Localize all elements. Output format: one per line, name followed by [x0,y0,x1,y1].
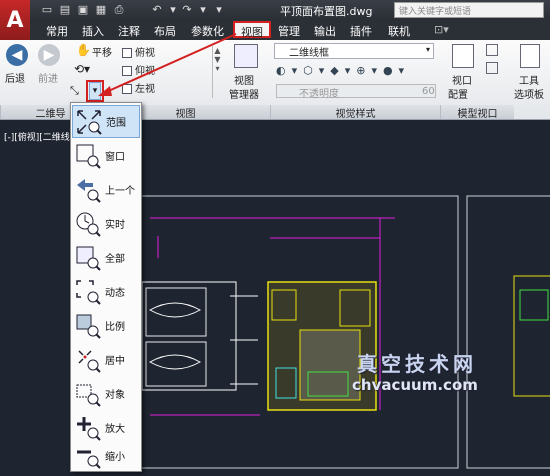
zoom-object-icon [75,381,101,407]
tab-manage[interactable]: 管理 [272,22,306,39]
zoom-menu-label: 上一个 [105,186,135,197]
zoom-out-icon [75,443,101,469]
zoom-menu-label: 居中 [105,356,125,367]
ribbon-tab-bar: 常用 插入 注释 布局 参数化 视图 管理 输出 插件 联机 ⊡▾ [30,20,550,40]
undo-dropdown-icon[interactable]: ▾ [166,3,180,17]
zoom-scale-icon [75,313,101,339]
zoom-menu-item-center[interactable]: 居中 [72,343,140,376]
bottom-view-icon [122,66,132,76]
zoom-center-icon [75,347,101,373]
title-bar: ▭ ▤ ▣ ▦ ⎙ ↶ ▾ ↷ ▾ ▾ 平顶面布置图.dwg 键入关键字或短语 [0,0,550,20]
watermark-url: chvacuum.com [352,376,478,394]
viewport-config-label-1[interactable]: 视口 [452,72,472,87]
new-file-icon[interactable]: ▭ [40,3,54,17]
tab-output[interactable]: 输出 [308,22,342,39]
back-button-label[interactable]: 后退 [5,70,25,85]
zoom-realtime-icon [75,211,101,237]
viewport-join-icon[interactable] [486,44,498,56]
watermark-title: 真空技术网 [357,352,477,376]
zoom-all-icon [75,245,101,271]
view-manager-label-1[interactable]: 视图 [234,72,254,87]
zoom-menu-item-scale[interactable]: 比例 [72,309,140,342]
save-as-icon[interactable]: ▦ [94,3,108,17]
visual-style-dropdown-icon[interactable]: ▾ [426,45,430,54]
redo-dropdown-icon[interactable]: ▾ [196,3,210,17]
zoom-menu-label: 放大 [105,424,125,435]
open-file-icon[interactable]: ▤ [58,3,72,17]
zoom-in-icon [75,415,101,441]
tab-annotate[interactable]: 注释 [112,22,146,39]
qa-customize-icon[interactable]: ▾ [212,3,226,17]
zoom-menu-item-object[interactable]: 对象 [72,377,140,410]
zoom-dropdown-menu: 范围 窗口 上一个 实时 全部 动态 比例 居中 对象 放大 缩小 [70,102,142,472]
zoom-menu-item-all[interactable]: 全部 [72,241,140,274]
view-left-item[interactable]: 左视 [122,80,155,95]
zoom-menu-item-window[interactable]: 窗口 [72,139,140,172]
tab-plugins[interactable]: 插件 [344,22,378,39]
viewport-restore-icon[interactable] [486,62,498,74]
zoom-menu-label: 全部 [105,254,125,265]
redo-icon[interactable]: ↷ [180,3,194,17]
tool-palettes-icon[interactable] [520,44,540,68]
viewport-controls-label[interactable]: [-][俯视][二维线 [4,130,70,143]
print-icon[interactable]: ⎙ [112,3,126,17]
view-top-item[interactable]: 俯视 [122,44,155,59]
pan-icon[interactable]: ✋ [76,43,91,57]
left-view-icon [122,84,132,94]
opacity-slider[interactable]: 不透明度 [276,84,436,100]
tools-label-2[interactable]: 选项板 [514,86,544,101]
view-manager-label-2[interactable]: 管理器 [229,86,259,101]
zoom-extents-icon [76,109,102,135]
pan-button-label[interactable]: 平移 [92,44,112,59]
zoom-menu-item-realtime[interactable]: 实时 [72,207,140,240]
orbit-icon[interactable]: ⟲▾ [74,62,90,76]
viewport-config-icon[interactable] [452,44,474,68]
zoom-previous-icon [75,177,101,203]
tab-view[interactable]: 视图 [233,21,271,39]
visual-styles-panel-label: 视觉样式 [270,105,440,120]
view-manager-icon[interactable] [234,44,258,68]
tools-label-1[interactable]: 工具 [519,72,539,87]
visual-style-select[interactable]: 二维线框 [274,43,434,59]
forward-icon[interactable]: ▶ [38,44,60,66]
view-bottom-item[interactable]: 仰视 [122,62,155,77]
tab-home[interactable]: 常用 [40,22,74,39]
zoom-menu-label: 动态 [105,288,125,299]
tab-parametric[interactable]: 参数化 [185,22,230,39]
tab-insert[interactable]: 插入 [76,22,110,39]
undo-icon[interactable]: ↶ [150,3,164,17]
zoom-dropdown-highlight [86,80,104,102]
zoom-window-icon [75,143,101,169]
document-title: 平顶面布置图.dwg [280,5,373,18]
top-view-icon [122,48,132,58]
ribbon-minimize-icon[interactable]: ⊡▾ [428,22,455,39]
tab-online[interactable]: 联机 [382,22,416,39]
visual-style-tools-icon[interactable]: ◐▾⬡▾◆▾⊕▾●▾ [276,64,410,77]
opacity-value: 60 [422,86,435,97]
zoom-dynamic-icon [75,279,101,305]
zoom-menu-label: 窗口 [105,152,125,163]
zoom-menu-label: 对象 [105,390,125,401]
zoom-menu-item-previous[interactable]: 上一个 [72,173,140,206]
tab-layout[interactable]: 布局 [148,22,182,39]
zoom-menu-item-extents[interactable]: 范围 [72,105,140,138]
save-icon[interactable]: ▣ [76,3,90,17]
zoom-menu-label: 范围 [106,118,126,129]
zoom-menu-item-out[interactable]: 缩小 [72,439,140,472]
search-input[interactable]: 键入关键字或短语 [394,2,544,18]
forward-button-label[interactable]: 前进 [38,70,58,85]
model-viewport-panel-label: 模型视口 [440,105,514,120]
zoom-menu-label: 缩小 [105,452,125,463]
zoom-menu-item-dynamic[interactable]: 动态 [72,275,140,308]
viewport-config-label-2[interactable]: 配置 [448,86,468,101]
zoom-menu-label: 比例 [105,322,125,333]
app-logo-icon[interactable]: A [0,0,30,40]
views-scroll-icon[interactable]: ▲ ▼ ▾ [212,46,222,98]
back-icon[interactable]: ◀ [6,44,28,66]
zoom-menu-label: 实时 [105,220,125,231]
